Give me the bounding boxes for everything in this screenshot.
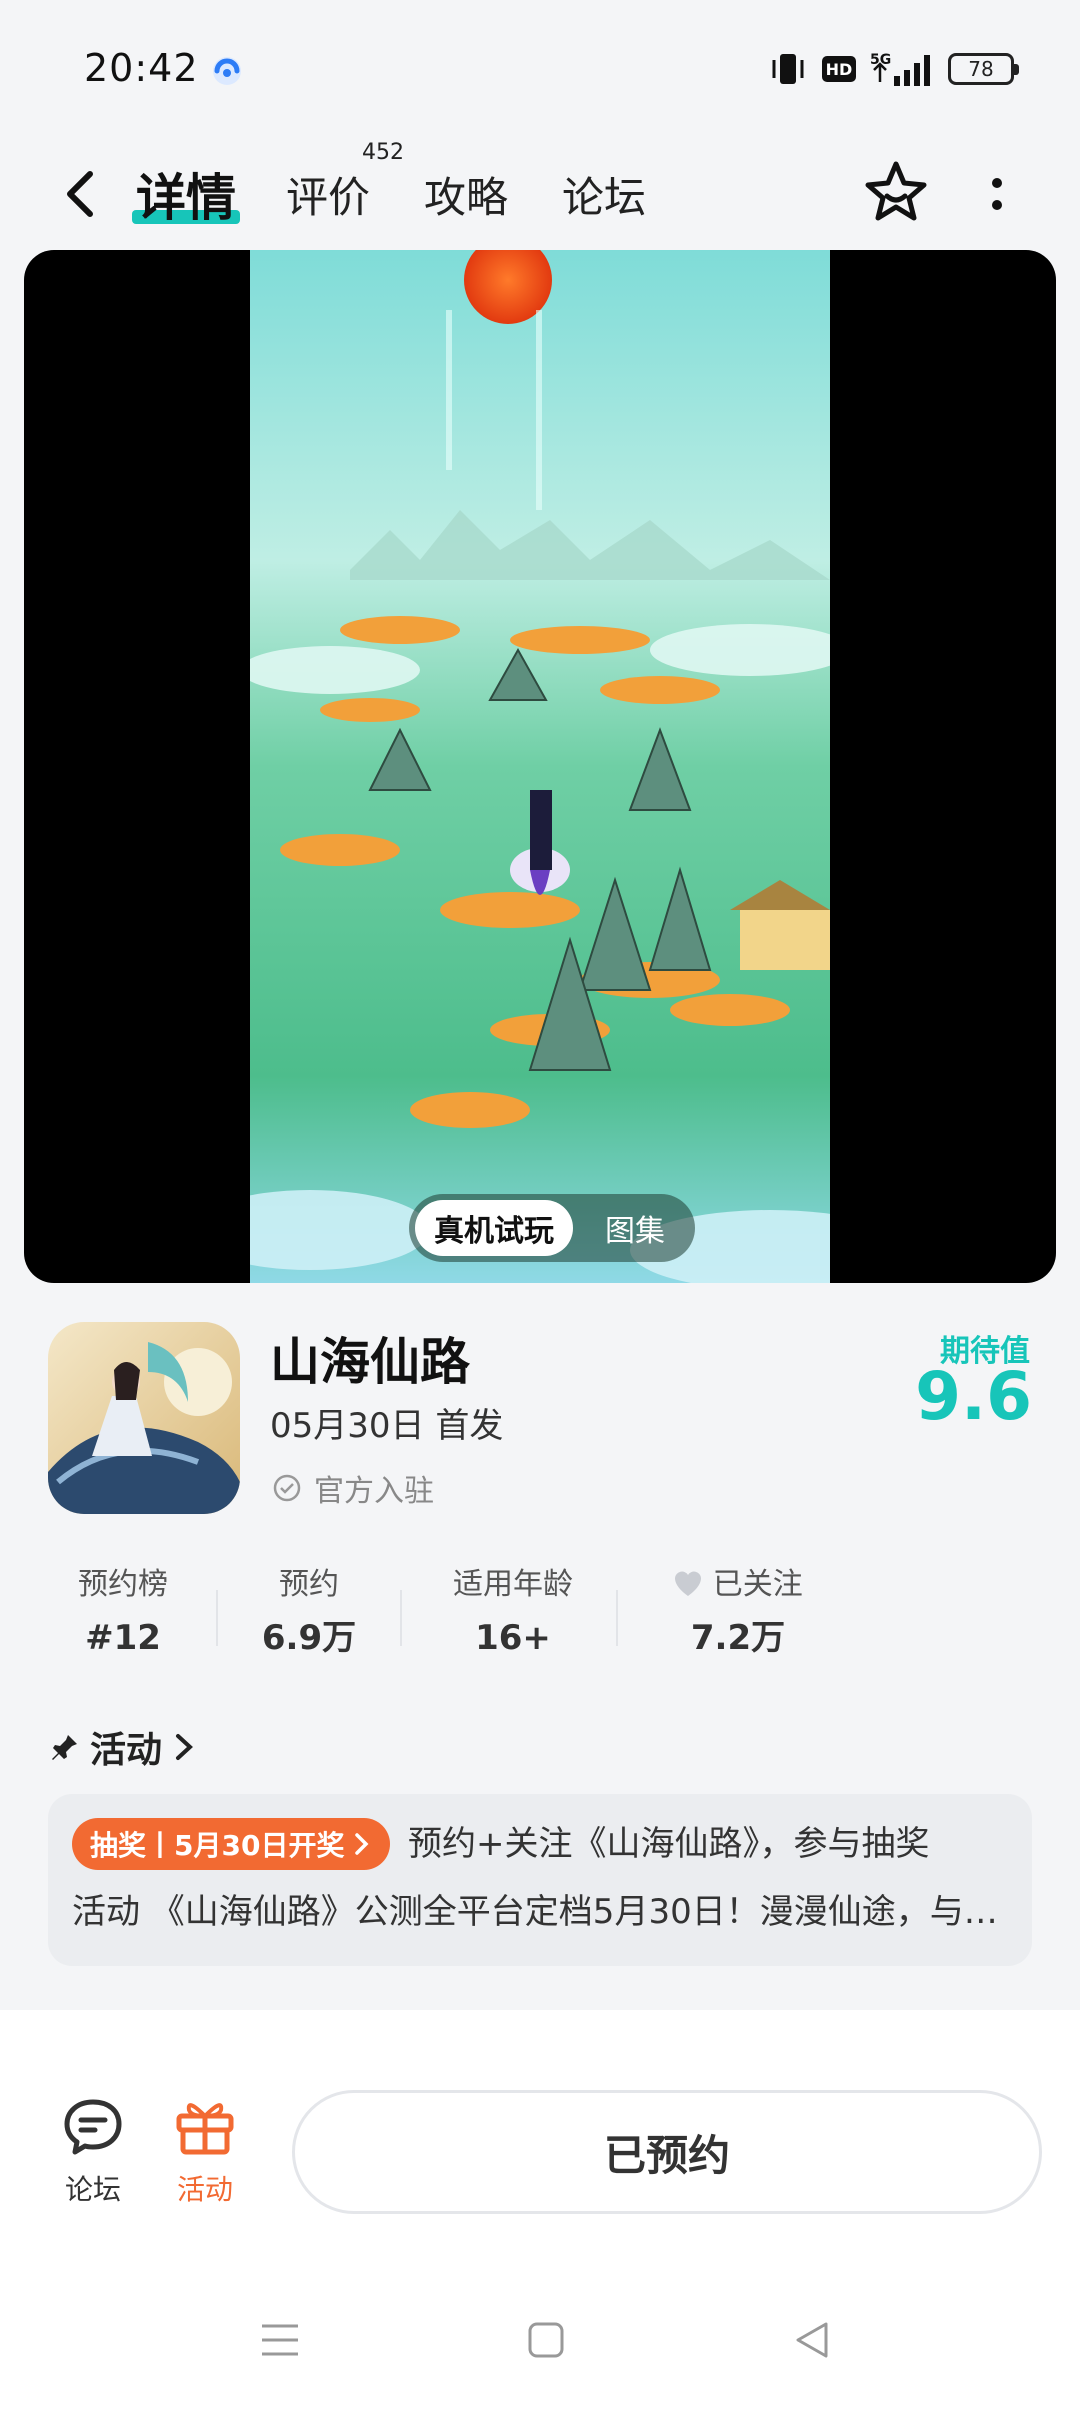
activity-description-line1: 预约+关注《山海仙路》，参与抽奖 <box>408 1824 930 1864</box>
activity-description-line2: 活动 《山海仙路》公测全平台定档5月30日！漫漫仙途，与君同行，预约即可领取丰厚… <box>72 1892 1008 1932</box>
tab-forum-label: 论坛 <box>562 172 647 222</box>
official-label: 官方入驻 <box>314 1474 434 1509</box>
bottom-forum-button[interactable]: 论坛 <box>48 2096 138 2216</box>
game-stats: 预约榜 #12 预约 6.9万 适用年龄 16+ 已关注 7.2万 <box>48 1560 1032 1670</box>
verified-check-icon <box>273 1474 301 1502</box>
chevron-right-icon <box>355 1833 369 1855</box>
activity-label: 活动 <box>176 2173 233 2206</box>
status-bar: 20:42 HD 5G 78 <box>0 0 1080 140</box>
back-triangle-icon <box>796 2322 828 2358</box>
toggle-gallery-button[interactable]: 图集 <box>587 1200 683 1256</box>
signal-5g-icon: 5G <box>870 52 930 86</box>
tab-strategy-label: 攻略 <box>424 172 509 222</box>
status-indicators: HD 5G 78 <box>768 48 1019 90</box>
reserved-button[interactable]: 已预约 <box>292 2090 1042 2214</box>
tab-detail-label: 详情 <box>136 169 236 227</box>
home-button[interactable] <box>516 2310 576 2370</box>
stat-divider <box>216 1590 218 1646</box>
stat-value: 6.9万 <box>261 1618 357 1658</box>
more-icon <box>992 178 1002 210</box>
chevron-right-icon <box>176 1734 193 1760</box>
activity-title: 活动 <box>90 1730 163 1771</box>
lottery-badge[interactable]: 抽奖丨5月30日开奖 <box>72 1818 391 1870</box>
home-icon <box>528 2322 564 2358</box>
stat-age-rating: 适用年龄 16+ <box>418 1560 608 1670</box>
pin-icon <box>52 1735 77 1760</box>
battery-level: 78 <box>968 57 994 81</box>
status-time: 20:42 <box>84 46 199 90</box>
release-date: 05月30日 首发 <box>270 1406 504 1446</box>
star-favorite-icon <box>865 161 927 221</box>
official-badge: 官方入驻 <box>272 1468 434 1509</box>
game-title: 山海仙路 <box>270 1333 470 1391</box>
gift-icon <box>176 2103 234 2155</box>
stat-value: 16+ <box>475 1618 551 1658</box>
menu-icon <box>262 2324 298 2356</box>
top-nav-bar: 详情 评价 452 攻略 论坛 <box>0 140 1080 250</box>
media-player[interactable]: 真机试玩 图集 <box>24 250 1056 1283</box>
recent-apps-button[interactable] <box>250 2310 310 2370</box>
stat-label: 预约 <box>279 1567 339 1602</box>
stat-value: #12 <box>85 1618 161 1658</box>
tab-detail[interactable]: 详情 <box>132 154 240 234</box>
stat-divider <box>616 1590 618 1646</box>
hd-badge: HD <box>822 56 856 82</box>
gameplay-video-frame <box>250 250 830 1283</box>
heart-icon <box>675 1571 702 1596</box>
stat-reservations: 预约 6.9万 <box>234 1560 384 1670</box>
forum-label: 论坛 <box>64 2173 121 2206</box>
media-mode-toggle: 真机试玩 图集 <box>409 1194 695 1262</box>
stat-reserve-rank[interactable]: 预约榜 #12 <box>48 1560 198 1670</box>
tab-forum[interactable]: 论坛 <box>562 154 646 234</box>
bottom-activity-button[interactable]: 活动 <box>160 2096 250 2216</box>
lottery-badge-label: 抽奖丨5月30日开奖 <box>90 1829 345 1862</box>
stat-label: 适用年龄 <box>453 1567 573 1602</box>
tab-review-label: 评价 <box>286 172 371 222</box>
chat-icon <box>64 2099 122 2155</box>
browser-notification-icon <box>213 57 241 85</box>
stat-followers[interactable]: 已关注 7.2万 <box>638 1560 838 1670</box>
follow-label: 已关注 <box>712 1567 803 1602</box>
system-back-button[interactable] <box>782 2310 842 2370</box>
stat-label: 已关注 <box>638 1560 838 1610</box>
toggle-gameplay-button[interactable]: 真机试玩 <box>415 1200 573 1256</box>
stat-label: 预约榜 <box>78 1567 168 1602</box>
game-app-icon <box>48 1322 240 1514</box>
system-navigation-bar <box>0 2300 1080 2380</box>
stat-value: 7.2万 <box>690 1618 786 1658</box>
stat-divider <box>400 1590 402 1646</box>
bottom-action-bar: 论坛 活动 已预约 <box>0 2010 1080 2412</box>
tab-review[interactable]: 评价 <box>286 154 370 234</box>
back-icon <box>67 171 93 217</box>
more-button[interactable] <box>972 154 1022 234</box>
back-button[interactable] <box>50 154 110 234</box>
expectation-score: 9.6 <box>915 1358 1032 1435</box>
battery-indicator: 78 <box>948 53 1019 85</box>
review-count-badge: 452 <box>362 140 404 165</box>
activity-card[interactable]: 抽奖丨5月30日开奖 预约+关注《山海仙路》，参与抽奖 活动 《山海仙路》公测全… <box>48 1794 1032 1966</box>
favorite-button[interactable] <box>858 150 934 236</box>
activity-section-header[interactable]: 活动 <box>50 1722 196 1772</box>
tab-strategy[interactable]: 攻略 <box>424 154 508 234</box>
vibrate-icon <box>772 54 804 84</box>
